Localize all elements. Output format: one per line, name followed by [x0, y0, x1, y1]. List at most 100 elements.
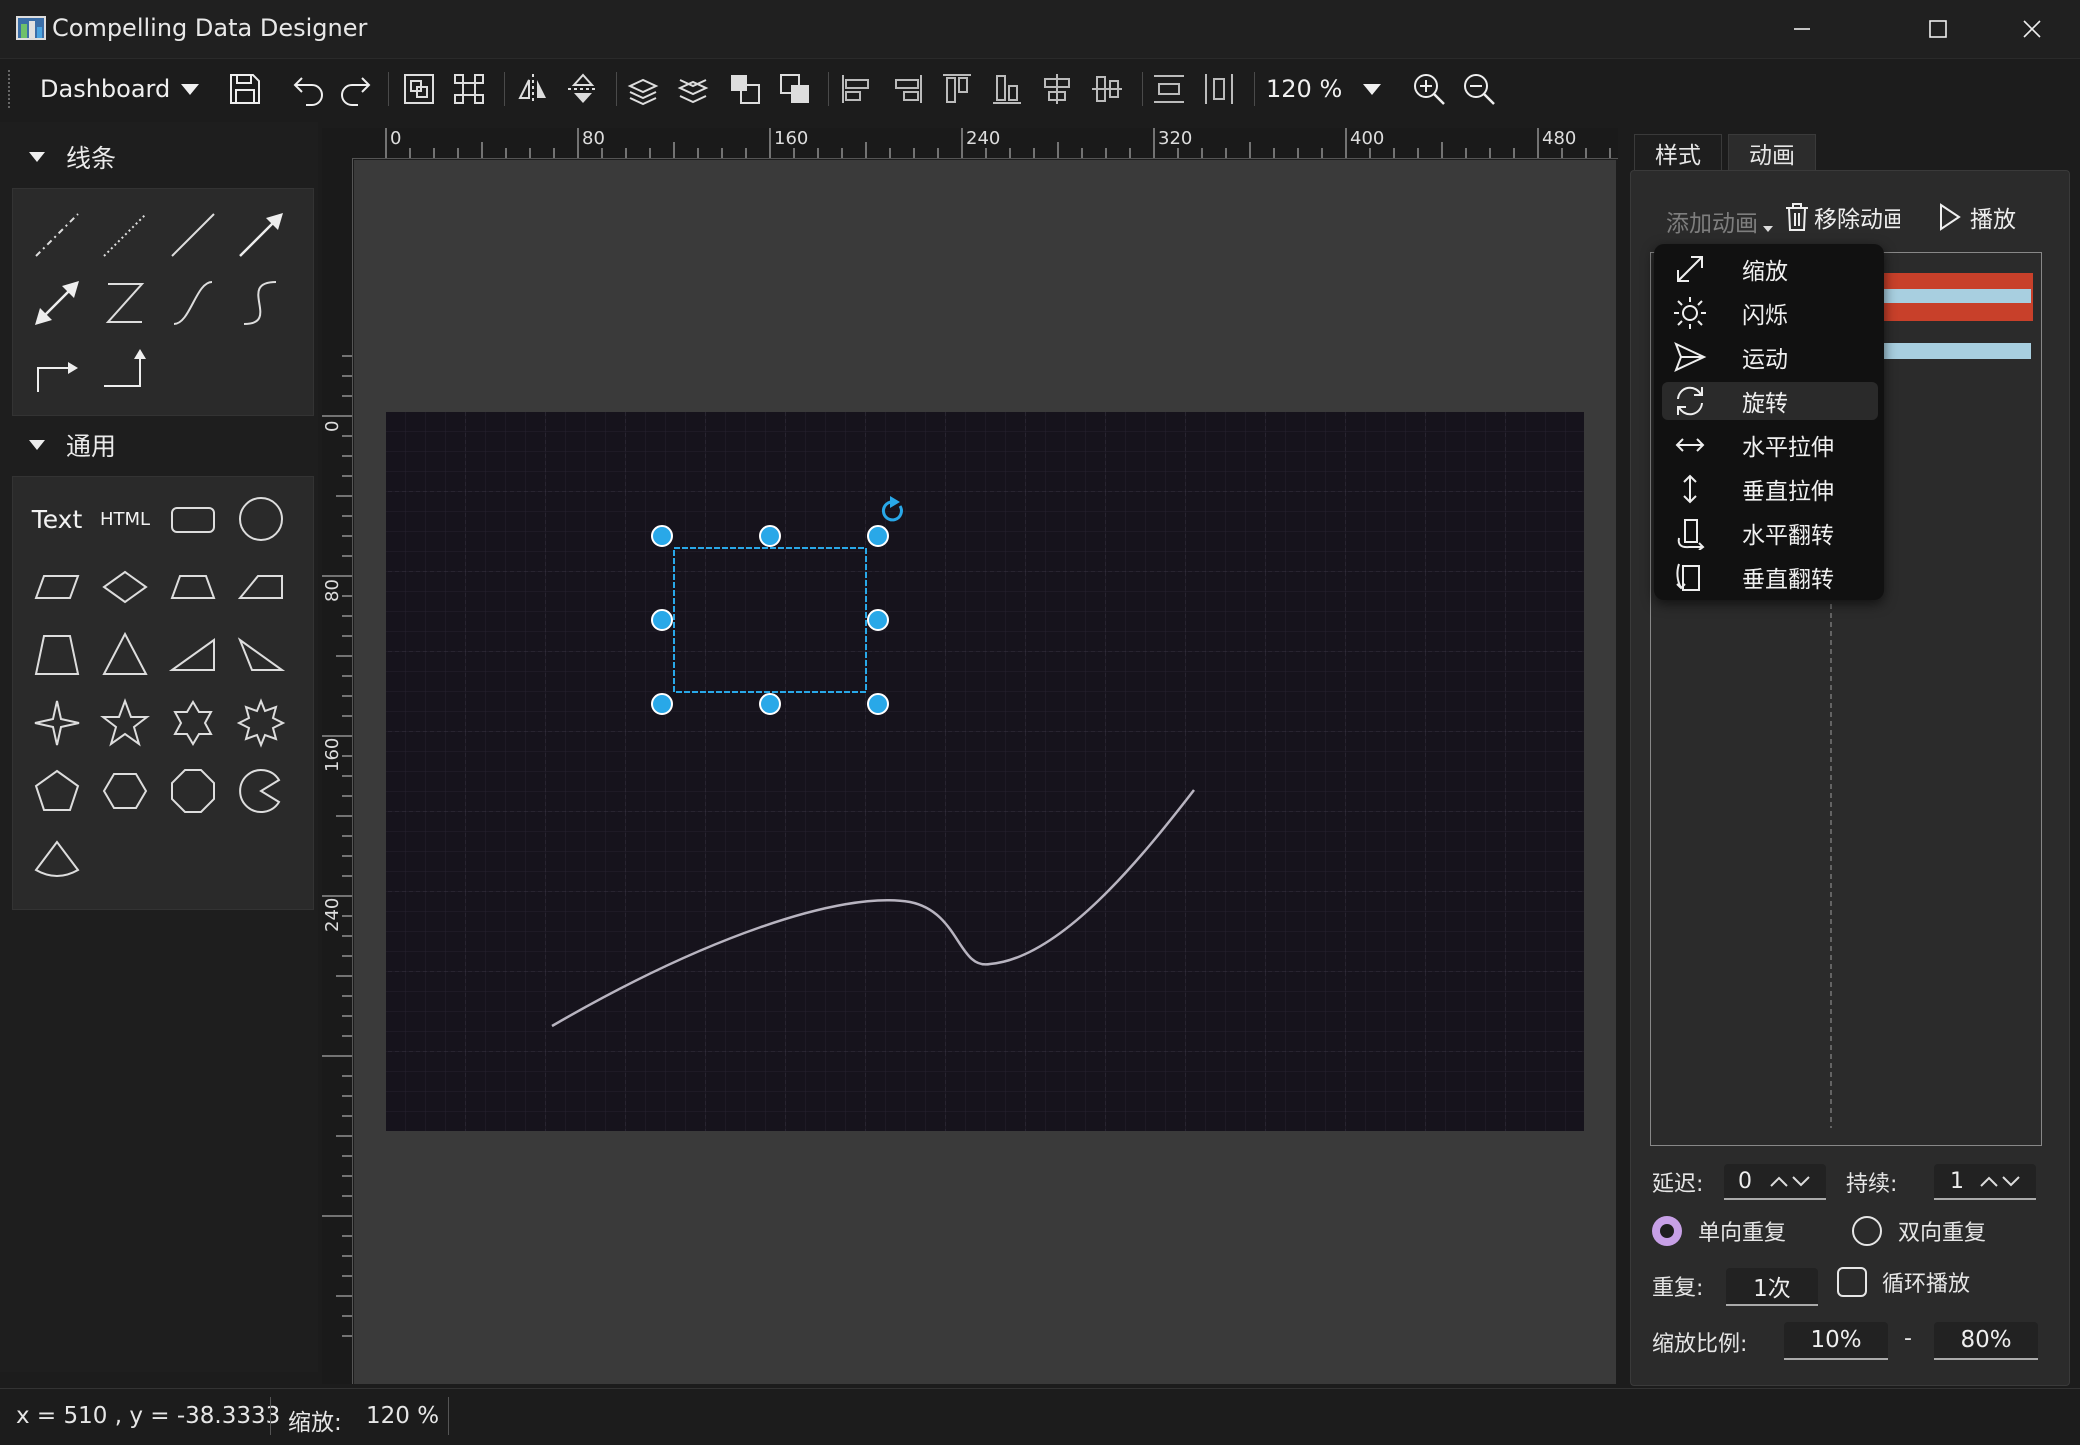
send-to-back-button[interactable] [772, 66, 818, 112]
html-shape[interactable]: HTML [91, 485, 159, 553]
zoom-in-button[interactable] [1406, 66, 1452, 112]
delay-spinbox[interactable]: 0 [1724, 1164, 1826, 1200]
resize-handle[interactable] [651, 525, 673, 547]
zigzag-line-shape[interactable] [91, 269, 159, 337]
four-point-star-shape[interactable] [23, 689, 91, 757]
rounded-rect-shape[interactable] [159, 485, 227, 553]
dashboard-dropdown[interactable]: Dashboard [40, 68, 200, 110]
selected-rectangle[interactable] [650, 496, 910, 722]
play-button[interactable]: 播放 [1938, 200, 2016, 234]
maximize-button[interactable] [1892, 0, 1984, 58]
menu-item-flip-horizontal[interactable]: 水平翻转 [1662, 514, 1878, 552]
elbow-arrow-shape[interactable] [23, 337, 91, 405]
distribute-horizontal-button[interactable] [1196, 66, 1242, 112]
menu-item-flip-vertical[interactable]: 垂直翻转 [1662, 558, 1878, 596]
curve-line-shape[interactable] [159, 269, 227, 337]
right-triangle-shape[interactable] [159, 621, 227, 689]
menu-item-scale[interactable]: 缩放 [1662, 250, 1878, 288]
resize-handle[interactable] [867, 693, 889, 715]
text-shape[interactable]: Text [23, 485, 91, 553]
resize-handle[interactable] [651, 693, 673, 715]
canvas-curve[interactable] [540, 780, 1210, 1040]
zoom-dropdown[interactable]: 120 % [1266, 68, 1382, 110]
align-bottom-button[interactable] [984, 66, 1030, 112]
hexagon-shape[interactable] [91, 757, 159, 825]
parallelogram-shape[interactable] [23, 553, 91, 621]
eight-point-star-shape[interactable] [227, 689, 295, 757]
tab-style[interactable]: 样式 [1634, 134, 1722, 171]
menu-item-motion[interactable]: 运动 [1662, 338, 1878, 376]
chevron-up-icon[interactable] [1768, 1173, 1790, 1189]
chevron-down-icon[interactable] [1790, 1173, 1812, 1189]
distribute-vertical-button[interactable] [1146, 66, 1192, 112]
bring-forward-button[interactable] [620, 66, 666, 112]
six-point-star-shape[interactable] [159, 689, 227, 757]
align-center-vertical-button[interactable] [1084, 66, 1130, 112]
scale-from-field[interactable]: 10% [1784, 1322, 1888, 1360]
send-backward-button[interactable] [670, 66, 716, 112]
resize-handle[interactable] [759, 693, 781, 715]
scale-to-field[interactable]: 80% [1934, 1322, 2038, 1360]
dash-dot-line-shape[interactable] [23, 201, 91, 269]
slanted-rect-shape[interactable] [227, 553, 295, 621]
trapezoid-shape[interactable] [159, 553, 227, 621]
align-top-icon [943, 74, 971, 103]
pie-shape[interactable] [227, 757, 295, 825]
chevron-up-icon[interactable] [1978, 1173, 2000, 1189]
redo-button[interactable] [332, 66, 378, 112]
circle-shape[interactable] [227, 485, 295, 553]
flip-vertical-button[interactable] [560, 66, 606, 112]
chevron-down-icon[interactable] [2000, 1173, 2022, 1189]
general-section-header[interactable]: 通用 [28, 422, 116, 468]
obtuse-triangle-shape[interactable] [227, 621, 295, 689]
resize-handle[interactable] [867, 525, 889, 547]
align-right-button[interactable] [884, 66, 930, 112]
dotted-line-shape[interactable] [91, 201, 159, 269]
sector-shape[interactable] [23, 825, 91, 893]
toolbar-grip[interactable] [8, 70, 14, 108]
menu-item-stretch-horizontal[interactable]: 水平拉伸 [1662, 426, 1878, 464]
undo-button[interactable] [286, 66, 332, 112]
straight-line-shape[interactable] [159, 201, 227, 269]
elbow-up-arrow-shape[interactable] [91, 337, 159, 405]
arrow-line-shape[interactable] [227, 201, 295, 269]
s-curve-line-shape[interactable] [227, 269, 295, 337]
align-center-horizontal-button[interactable] [1034, 66, 1080, 112]
lines-section-header[interactable]: 线条 [28, 134, 116, 180]
ungroup-button[interactable] [446, 66, 492, 112]
menu-item-rotate[interactable]: 旋转 [1662, 382, 1878, 420]
close-button[interactable] [1986, 0, 2078, 58]
resize-handle[interactable] [759, 525, 781, 547]
align-left-button[interactable] [834, 66, 880, 112]
two-way-repeat-radio[interactable]: 双向重复 [1850, 1214, 1986, 1248]
minimize-button[interactable] [1756, 0, 1848, 58]
repeat-count-field[interactable]: 1次 [1726, 1268, 1818, 1306]
pentagon-shape[interactable] [23, 757, 91, 825]
menu-item-stretch-vertical[interactable]: 垂直拉伸 [1662, 470, 1878, 508]
rotate-handle-icon[interactable] [881, 496, 903, 522]
group-button[interactable] [396, 66, 442, 112]
save-button[interactable] [222, 66, 268, 112]
resize-handle[interactable] [867, 609, 889, 631]
bring-to-front-button[interactable] [722, 66, 768, 112]
one-way-repeat-radio[interactable]: 单向重复 [1650, 1214, 1786, 1248]
triangle-shape[interactable] [91, 621, 159, 689]
remove-animation-label: 移除动画 [1814, 207, 1900, 233]
duration-spinbox[interactable]: 1 [1934, 1164, 2036, 1200]
zoom-out-button[interactable] [1456, 66, 1502, 112]
tab-animation[interactable]: 动画 [1728, 134, 1816, 171]
diamond-shape[interactable] [91, 553, 159, 621]
double-arrow-line-shape[interactable] [23, 269, 91, 337]
align-top-button[interactable] [934, 66, 980, 112]
loop-checkbox[interactable]: 循环播放 [1836, 1266, 1970, 1298]
caret-down-icon [181, 84, 200, 95]
octagon-shape[interactable] [159, 757, 227, 825]
menu-item-blink[interactable]: 闪烁 [1662, 294, 1878, 332]
resize-handle[interactable] [651, 609, 673, 631]
flip-horizontal-button[interactable] [510, 66, 556, 112]
remove-animation-button[interactable]: 移除动画 [1784, 200, 1900, 234]
add-animation-button[interactable]: 添加动画 [1666, 204, 1774, 238]
caret-down-icon [29, 152, 45, 162]
five-point-star-shape[interactable] [91, 689, 159, 757]
tall-trapezoid-shape[interactable] [23, 621, 91, 689]
